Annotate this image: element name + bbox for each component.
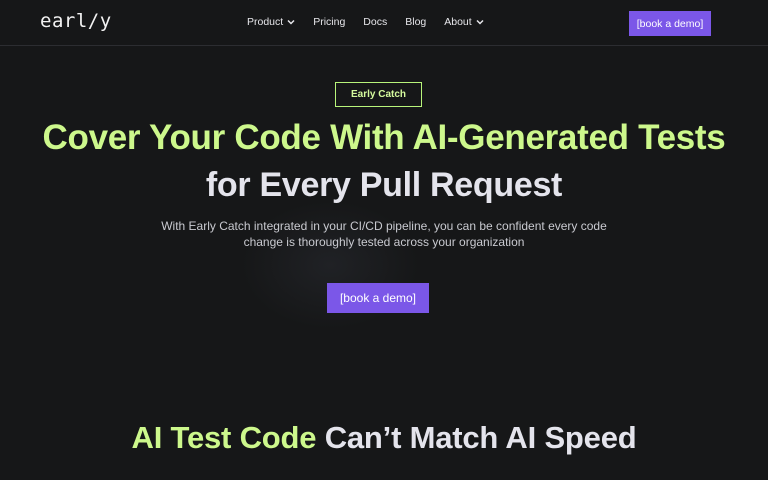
nav-item-about[interactable]: About <box>444 16 484 28</box>
hero-headline-line1: Cover Your Code With AI-Generated Tests <box>42 118 726 157</box>
nav-item-label: Docs <box>363 16 388 28</box>
nav-item-pricing[interactable]: Pricing <box>313 16 345 28</box>
nav-item-label: About <box>444 16 472 28</box>
section-title-accent: AI Test Code <box>131 420 317 455</box>
section-title-rest: Can’t Match AI Speed <box>316 420 637 455</box>
chevron-down-icon <box>476 18 484 26</box>
nav-item-label: Product <box>247 16 284 28</box>
brand-logo[interactable]: earl/y <box>40 10 112 32</box>
hero-headline-line2: for Every Pull Request <box>205 166 563 204</box>
hero-badge[interactable]: Early Catch <box>335 82 422 107</box>
nav-links: Product Pricing Docs Blog About <box>247 16 502 28</box>
nav-item-label: Pricing <box>313 16 346 28</box>
nav-book-demo-button[interactable]: [book a demo] <box>629 11 711 36</box>
nav-item-product[interactable]: Product <box>247 16 295 28</box>
nav-item-docs[interactable]: Docs <box>363 16 387 28</box>
hero-subtext: With Early Catch integrated in your CI/C… <box>161 219 607 249</box>
nav-item-blog[interactable]: Blog <box>405 16 426 28</box>
section-title: AI Test Code Can’t Match AI Speed <box>0 420 768 456</box>
hero-book-demo-button[interactable]: [book a demo] <box>327 283 429 313</box>
chevron-down-icon <box>287 18 295 26</box>
landing-page: earl/y Product Pricing Docs Blog About [… <box>0 0 768 480</box>
nav-item-label: Blog <box>405 16 427 28</box>
top-navbar: earl/y Product Pricing Docs Blog About [… <box>0 0 768 46</box>
